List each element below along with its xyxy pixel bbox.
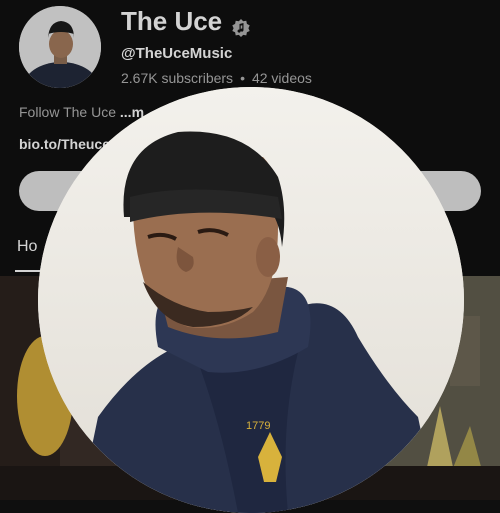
- enlarged-avatar: 1779: [38, 87, 464, 513]
- enlarged-avatar-photo: 1779: [38, 87, 464, 513]
- svg-text:1779: 1779: [246, 420, 270, 432]
